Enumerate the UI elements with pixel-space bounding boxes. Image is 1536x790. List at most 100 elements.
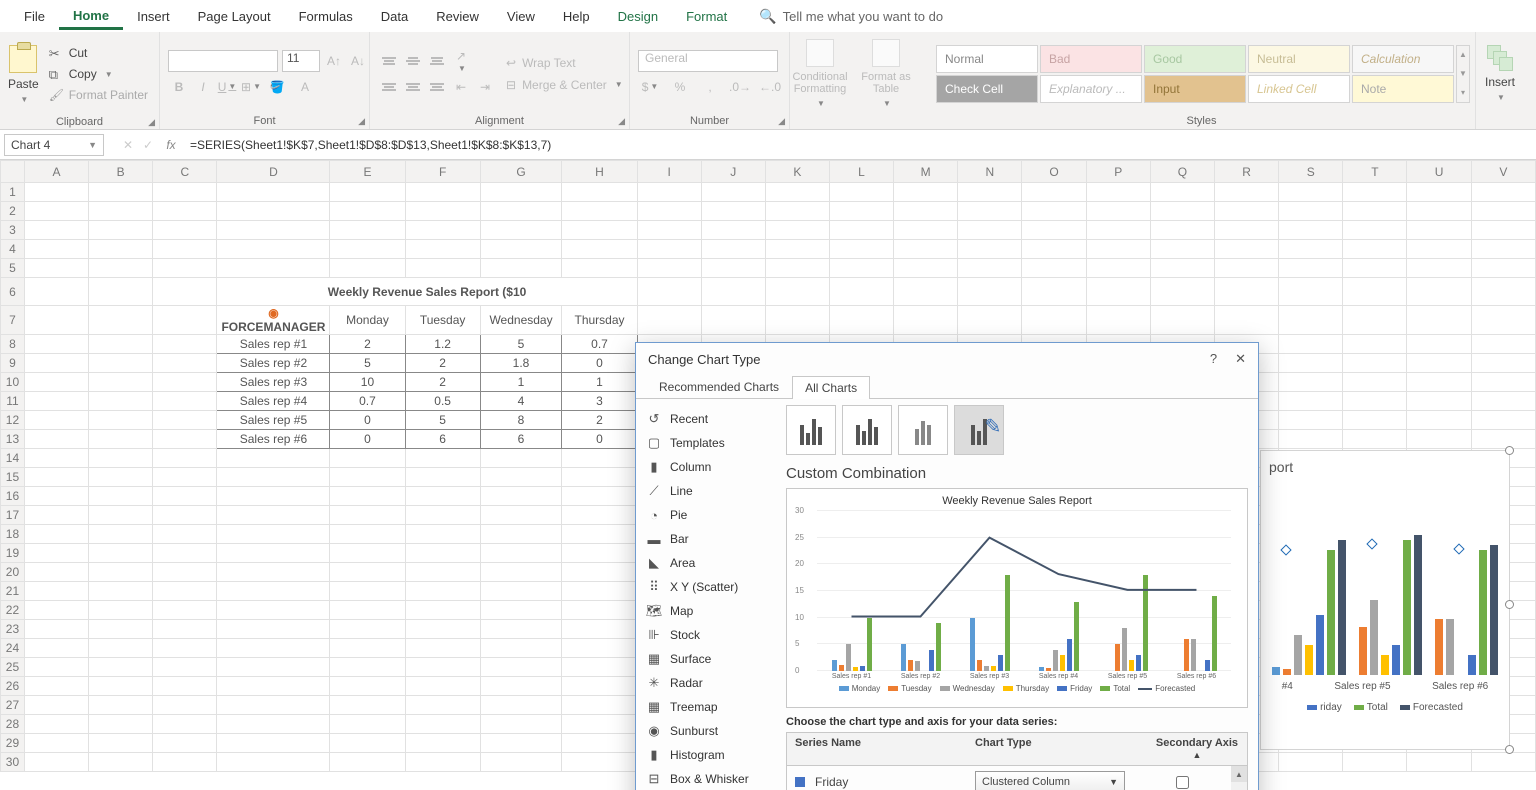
category-sunburst[interactable]: ◉Sunburst	[638, 719, 774, 743]
menu-view[interactable]: View	[493, 3, 549, 30]
style-gallery-nav[interactable]: ▲▼▾	[1456, 45, 1470, 103]
currency-button[interactable]: $▼	[638, 76, 662, 98]
style-calculation[interactable]: Calculation	[1352, 45, 1454, 73]
style-explanatory[interactable]: Explanatory ...	[1040, 75, 1142, 103]
italic-button[interactable]: I	[192, 76, 214, 98]
category-x-y-scatter-[interactable]: ⠿X Y (Scatter)	[638, 575, 774, 599]
copy-button[interactable]: Copy▼	[45, 65, 152, 83]
chart-preview: Weekly Revenue Sales Report 051015202530…	[786, 488, 1248, 708]
cut-button[interactable]: Cut	[45, 44, 152, 62]
merge-center-button[interactable]: ⊟Merge & Center▼	[502, 76, 627, 94]
menu-format[interactable]: Format	[672, 3, 741, 30]
bold-button[interactable]: B	[168, 76, 190, 98]
menu-file[interactable]: File	[10, 3, 59, 30]
align-right-button[interactable]	[426, 76, 448, 98]
help-button[interactable]: ?	[1210, 351, 1217, 367]
combo-subtype-custom[interactable]: ✎	[954, 405, 1004, 455]
dialog-launcher-icon[interactable]: ◢	[358, 116, 365, 127]
menu-home[interactable]: Home	[59, 2, 123, 30]
style-neutral[interactable]: Neutral	[1248, 45, 1350, 73]
category-surface[interactable]: ▦Surface	[638, 647, 774, 671]
bg-x-1: Sales rep #5	[1334, 681, 1390, 692]
category-pie[interactable]: ◔Pie	[638, 503, 774, 527]
font-name-select[interactable]	[168, 50, 278, 72]
category-recent[interactable]: ↺Recent	[638, 407, 774, 431]
menu-review[interactable]: Review	[422, 3, 493, 30]
category-line[interactable]: ⟋Line	[638, 479, 774, 503]
combo-subtype-3[interactable]	[898, 405, 948, 455]
fx-icon[interactable]: fx	[158, 138, 184, 152]
fill-color-button[interactable]: 🪣	[264, 76, 290, 98]
category-box-whisker[interactable]: ⊟Box & Whisker	[638, 767, 774, 790]
style-input[interactable]: Input	[1144, 75, 1246, 103]
confirm-formula-button[interactable]: ✓	[138, 138, 158, 152]
worksheet: ABCDEFGHIJKLMNOPQRSTUV123456Weekly Reven…	[0, 160, 1536, 772]
dialog-launcher-icon[interactable]: ◢	[778, 116, 785, 127]
bg-x-0: #4	[1282, 681, 1293, 692]
decrease-decimal-button[interactable]: ←.0	[758, 76, 782, 98]
align-left-button[interactable]	[378, 76, 400, 98]
align-bottom-button[interactable]	[426, 50, 448, 72]
category-bar[interactable]: ▬Bar	[638, 527, 774, 551]
format-as-table-button[interactable]: Format as Table▼	[856, 36, 916, 112]
category-map[interactable]: 🗺Map	[638, 599, 774, 623]
tab-recommended[interactable]: Recommended Charts	[646, 375, 792, 398]
category-radar[interactable]: ✳Radar	[638, 671, 774, 695]
wrap-text-button[interactable]: ↩Wrap Text	[502, 54, 627, 72]
orientation-button[interactable]: ↗▼	[450, 50, 472, 72]
conditional-formatting-button[interactable]: Conditional Formatting▼	[790, 36, 850, 112]
embedded-chart[interactable]: port #4 Sales rep #5 Sales rep #6 riday …	[1260, 450, 1510, 750]
style-bad[interactable]: Bad	[1040, 45, 1142, 73]
cancel-formula-button[interactable]: ✕	[118, 138, 138, 152]
category-column[interactable]: ▮Column	[638, 455, 774, 479]
menu-page-layout[interactable]: Page Layout	[184, 3, 285, 30]
style-good[interactable]: Good	[1144, 45, 1246, 73]
shrink-font-button[interactable]: A↓	[348, 50, 368, 72]
format-painter-button[interactable]: Format Painter	[45, 86, 152, 104]
menu-design[interactable]: Design	[604, 3, 672, 30]
comma-button[interactable]: ,	[698, 76, 722, 98]
style-check-cell[interactable]: Check Cell	[936, 75, 1038, 103]
increase-indent-button[interactable]: ⇥	[474, 76, 496, 98]
style-normal[interactable]: Normal	[936, 45, 1038, 73]
scroll-up-icon[interactable]: ▲	[1231, 766, 1247, 782]
series-secondary-axis-checkbox[interactable]	[1176, 776, 1189, 789]
decrease-indent-button[interactable]: ⇤	[450, 76, 472, 98]
underline-button[interactable]: U▼	[216, 76, 238, 98]
formula-input[interactable]: =SERIES(Sheet1!$K$7,Sheet1!$D$8:$D$13,Sh…	[184, 138, 1536, 152]
tab-all-charts[interactable]: All Charts	[792, 376, 870, 399]
menu-insert[interactable]: Insert	[123, 3, 184, 30]
series-scrollbar[interactable]: ▲ ▼	[1231, 766, 1247, 790]
menu-formulas[interactable]: Formulas	[285, 3, 367, 30]
align-center-button[interactable]	[402, 76, 424, 98]
font-color-button[interactable]: A	[292, 76, 318, 98]
style-linked-cell[interactable]: Linked Cell	[1248, 75, 1350, 103]
combo-subtype-2[interactable]	[842, 405, 892, 455]
category-histogram[interactable]: ▮Histogram	[638, 743, 774, 767]
number-format-select[interactable]: General	[638, 50, 778, 72]
style-note[interactable]: Note	[1352, 75, 1454, 103]
category-area[interactable]: ◣Area	[638, 551, 774, 575]
align-top-button[interactable]	[378, 50, 400, 72]
combo-subtype-1[interactable]	[786, 405, 836, 455]
dialog-launcher-icon[interactable]: ◢	[148, 117, 155, 128]
tell-me-search[interactable]: 🔍 Tell me what you want to do	[759, 8, 943, 25]
category-treemap[interactable]: ▦Treemap	[638, 695, 774, 719]
dialog-launcher-icon[interactable]: ◢	[618, 116, 625, 127]
insert-cells-button[interactable]: Insert▼	[1478, 45, 1522, 102]
category-templates[interactable]: ▢Templates	[638, 431, 774, 455]
series-row-friday[interactable]: Friday Clustered Column▼	[787, 766, 1247, 790]
category-stock[interactable]: ⊪Stock	[638, 623, 774, 647]
grow-font-button[interactable]: A↑	[324, 50, 344, 72]
align-middle-button[interactable]	[402, 50, 424, 72]
borders-button[interactable]: ⊞▼	[240, 76, 262, 98]
menu-data[interactable]: Data	[367, 3, 422, 30]
close-button[interactable]: ✕	[1235, 351, 1246, 367]
paste-button[interactable]: Paste ▼	[8, 36, 39, 112]
increase-decimal-button[interactable]: .0→	[728, 76, 752, 98]
name-box[interactable]: Chart 4 ▼	[4, 134, 104, 156]
series-chart-type-select[interactable]: Clustered Column▼	[975, 771, 1125, 790]
menu-help[interactable]: Help	[549, 3, 604, 30]
font-size-select[interactable]: 11	[282, 50, 320, 72]
percent-button[interactable]: %	[668, 76, 692, 98]
